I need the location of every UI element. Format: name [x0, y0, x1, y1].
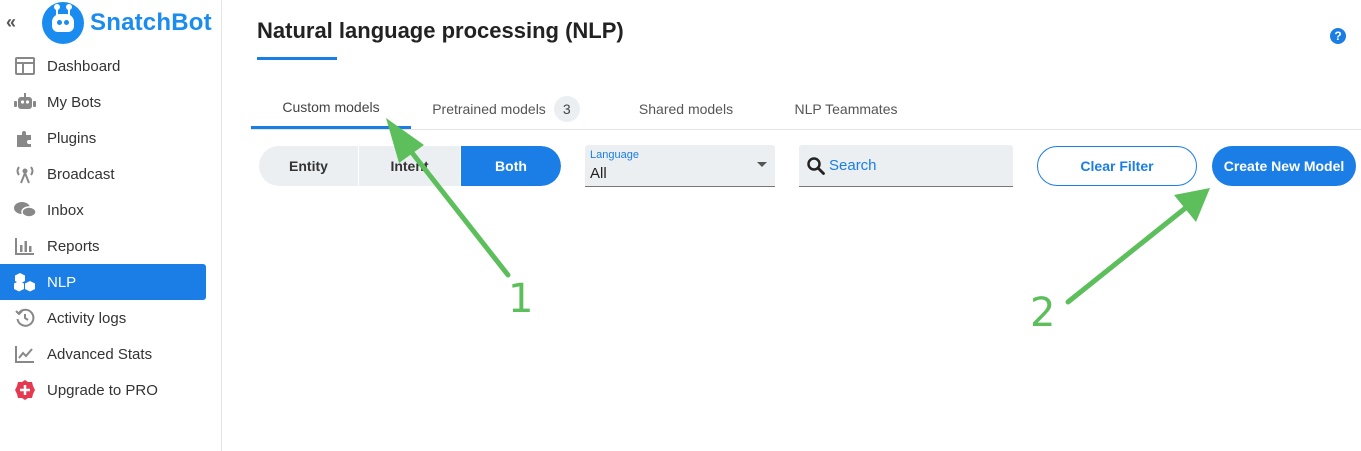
sidebar-item-label: My Bots	[47, 93, 102, 111]
clear-filter-button[interactable]: Clear Filter	[1037, 146, 1197, 186]
tab-pretrained-models[interactable]: Pretrained models 3	[426, 88, 586, 129]
model-tabs: Custom models Pretrained models 3 Shared…	[251, 88, 1361, 130]
history-icon	[13, 307, 37, 329]
sidebar-item-activity-logs[interactable]: Activity logs	[0, 300, 206, 336]
language-select[interactable]: Language All	[585, 145, 775, 187]
language-select-value: All	[590, 165, 607, 182]
chat-icon	[13, 199, 37, 221]
tab-nlp-teammates[interactable]: NLP Teammates	[776, 88, 916, 129]
sidebar-item-nlp[interactable]: NLP	[0, 264, 206, 300]
cubes-icon	[13, 271, 37, 293]
sidebar-item-broadcast[interactable]: Broadcast	[0, 156, 206, 192]
broadcast-icon	[13, 163, 37, 185]
sidebar-item-inbox[interactable]: Inbox	[0, 192, 206, 228]
sidebar-item-label: Reports	[47, 237, 100, 255]
puzzle-icon	[13, 127, 37, 149]
sidebar-item-label: Broadcast	[47, 165, 115, 183]
create-new-model-button[interactable]: Create New Model	[1212, 146, 1356, 186]
dropdown-caret-icon	[757, 162, 767, 167]
sidebar-item-label: Dashboard	[47, 57, 121, 75]
line-chart-icon	[13, 343, 37, 365]
language-select-label: Language	[590, 149, 639, 161]
filter-intent-button[interactable]: Intent	[359, 146, 461, 186]
sidebar-item-label: Activity logs	[47, 309, 127, 327]
sidebar-nav: Dashboard My Bots Plugins Broadcast Inbo…	[0, 48, 222, 408]
tab-label: Custom models	[282, 99, 380, 115]
sidebar-item-label: NLP	[47, 273, 77, 291]
collapse-sidebar-icon[interactable]: «	[6, 12, 24, 32]
snatchbot-logo-icon	[42, 2, 84, 44]
search-box	[799, 145, 1013, 187]
sidebar-item-upgrade[interactable]: Upgrade to PRO	[0, 372, 206, 408]
search-icon	[807, 156, 825, 175]
robot-icon	[13, 91, 37, 113]
sidebar-item-label: Advanced Stats	[47, 345, 153, 363]
brand-name: SnatchBot	[90, 9, 212, 36]
help-icon[interactable]: ?	[1330, 28, 1346, 44]
sidebar-item-reports[interactable]: Reports	[0, 228, 206, 264]
dashboard-icon	[13, 55, 37, 77]
title-underline	[257, 57, 337, 60]
plus-badge-icon	[13, 379, 37, 401]
sidebar: « SnatchBot Dashboard My Bots Plugins Br…	[0, 0, 222, 451]
tab-custom-models[interactable]: Custom models	[251, 88, 411, 129]
tab-label: Shared models	[638, 100, 734, 117]
sidebar-item-label: Inbox	[47, 201, 84, 219]
model-type-filter: Entity Intent Both	[259, 146, 561, 186]
search-input[interactable]	[829, 157, 999, 174]
sidebar-item-label: Plugins	[47, 129, 97, 147]
sidebar-item-plugins[interactable]: Plugins	[0, 120, 206, 156]
annotation-number-1: 1	[508, 276, 534, 322]
page-title: Natural language processing (NLP)	[257, 18, 624, 43]
annotation-number-2: 2	[1030, 290, 1056, 336]
main-content: Natural language processing (NLP) ? Cust…	[222, 0, 1361, 451]
brand-logo[interactable]: SnatchBot	[42, 2, 212, 44]
sidebar-item-dashboard[interactable]: Dashboard	[0, 48, 206, 84]
sidebar-item-label: Upgrade to PRO	[47, 381, 158, 399]
bar-chart-icon	[13, 235, 37, 257]
sidebar-item-advanced-stats[interactable]: Advanced Stats	[0, 336, 206, 372]
tab-shared-models[interactable]: Shared models	[616, 88, 756, 129]
pretrained-count-badge: 3	[553, 95, 580, 122]
tab-label: Pretrained models	[432, 100, 546, 117]
filter-entity-button[interactable]: Entity	[259, 146, 359, 186]
sidebar-item-my-bots[interactable]: My Bots	[0, 84, 206, 120]
tab-label: NLP Teammates	[794, 100, 898, 117]
filter-both-button[interactable]: Both	[461, 146, 561, 186]
